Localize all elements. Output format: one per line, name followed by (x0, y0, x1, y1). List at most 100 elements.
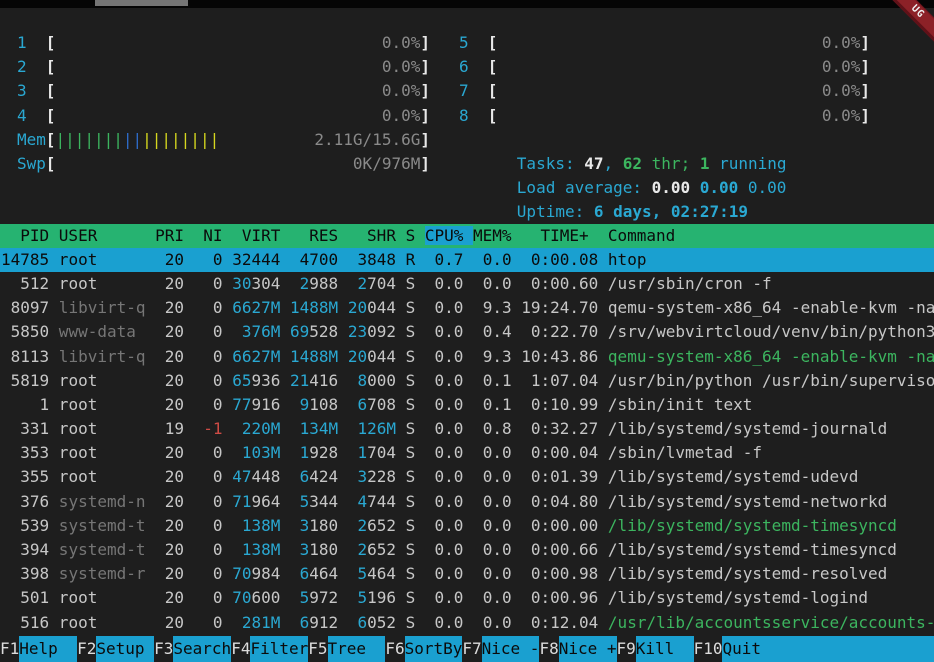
meter-close-bracket: ] (420, 104, 430, 128)
meter-open-bracket: [ (46, 55, 56, 79)
cpu-meter-3: 3[0.0%] (17, 79, 430, 103)
uptime-label: Uptime: (517, 202, 594, 221)
cell-virt: 32 (232, 250, 251, 269)
fkey-F1[interactable]: F1Help (0, 636, 77, 662)
meter-open-bracket: [ (488, 55, 498, 79)
cell-res: 9 (290, 395, 309, 414)
window-tab[interactable] (95, 0, 188, 6)
gap (280, 274, 290, 293)
fkey-F7[interactable]: F7Nice - (462, 636, 539, 662)
gap (338, 419, 348, 438)
gap (338, 443, 348, 462)
cpu-meter-3-value: 0.0% (382, 79, 421, 103)
cell-shr: 708 (367, 395, 396, 414)
process-row[interactable]: 5819 root 20 0 65936 21416 8000 S 0.0 0.… (0, 369, 934, 393)
process-row[interactable]: 516 root 20 0 281M 6912 6052 S 0.0 0.0 0… (0, 611, 934, 635)
process-row[interactable]: 1 root 20 0 77916 9108 6708 S 0.0 0.1 0:… (0, 393, 934, 417)
process-row[interactable]: 355 root 20 0 47448 6424 3228 S 0.0 0.0 … (0, 465, 934, 489)
process-row[interactable]: 8113 libvirt-q 20 0 6627M 1488M 20044 S … (0, 345, 934, 369)
fkey-F10[interactable]: F10Quit (694, 636, 781, 662)
cell-user: root (49, 588, 145, 607)
cell-command: /lib/systemd/systemd-journald (608, 419, 887, 438)
cell-nice: 0 (184, 467, 223, 486)
fkey-F3[interactable]: F3Search (154, 636, 231, 662)
gap (223, 467, 233, 486)
cell-virt: 103M (232, 443, 280, 462)
process-row[interactable]: 394 systemd-t 20 0 138M 3180 2652 S 0.0 … (0, 538, 934, 562)
cell-nice: 0 (184, 443, 223, 462)
cell-virt: 304 (251, 274, 280, 293)
cell-priority: 20 (146, 492, 185, 511)
cell-command: /sbin/init text (608, 395, 753, 414)
cell-nice: 0 (184, 613, 223, 632)
fkey-F2[interactable]: F2Setup (77, 636, 154, 662)
mem-meter-label: Mem (17, 128, 46, 152)
meter-close-bracket: ] (420, 79, 430, 103)
fkey-key-label: F6 (385, 636, 404, 662)
load-1min: 0.00 (652, 178, 691, 197)
fkey-F9[interactable]: F9Kill (617, 636, 694, 662)
meter-open-bracket: [ (46, 152, 56, 176)
cell-res: 344 (309, 492, 338, 511)
cell-pid: 1 (1, 395, 49, 414)
meter-open-bracket: [ (488, 104, 498, 128)
process-row[interactable]: 331 root 19 -1 220M 134M 126M S 0.0 0.8 … (0, 417, 934, 441)
fkey-F8[interactable]: F8Nice + (539, 636, 616, 662)
gap (280, 371, 290, 390)
cell-stats: R 0.7 0.0 0:00.08 (396, 250, 608, 269)
gap (223, 540, 233, 559)
sort-column-header[interactable]: CPU% (425, 226, 473, 245)
cell-res: 416 (309, 371, 338, 390)
cell-priority: 20 (146, 564, 185, 583)
tasks-count: 47 (584, 154, 603, 173)
meter-close-bracket: ] (420, 128, 430, 152)
cell-shr: 23 (348, 322, 367, 341)
cell-res: 424 (309, 467, 338, 486)
cell-res: 5 (290, 588, 309, 607)
cpu-meter-1-label: 1 (17, 31, 46, 55)
cell-shr: 744 (367, 492, 396, 511)
meter-open-bracket: [ (46, 31, 56, 55)
cell-pid: 394 (1, 540, 49, 559)
table-header-left: PID USER PRI NI VIRT RES SHR S (1, 226, 425, 245)
gap (223, 395, 233, 414)
cell-nice: 0 (184, 347, 223, 366)
gap (338, 588, 348, 607)
process-row[interactable]: 14785 root 20 0 32444 4700 3848 R 0.7 0.… (0, 248, 934, 272)
cell-shr: 464 (367, 564, 396, 583)
cell-command: /sbin/lvmetad -f (608, 443, 762, 462)
cell-res: 3 (290, 516, 309, 535)
fkey-F4[interactable]: F4Filter (231, 636, 308, 662)
cell-stats: S 0.0 0.0 0:01.39 (396, 467, 608, 486)
cpu-meter-6: 6[0.0%] (459, 55, 870, 79)
cell-virt: 47 (232, 467, 251, 486)
fkey-F5[interactable]: F5Tree (308, 636, 385, 662)
tasks-label: Tasks: (517, 154, 584, 173)
process-row[interactable]: 539 systemd-t 20 0 138M 3180 2652 S 0.0 … (0, 514, 934, 538)
cell-pid: 355 (1, 467, 49, 486)
cell-res: 528 (309, 322, 338, 341)
process-row[interactable]: 501 root 20 0 70600 5972 5196 S 0.0 0.0 … (0, 586, 934, 610)
cpu-meter-2-label: 2 (17, 55, 46, 79)
gap (338, 540, 348, 559)
gap (280, 298, 290, 317)
process-row[interactable]: 398 systemd-r 20 0 70984 6464 5464 S 0.0… (0, 562, 934, 586)
process-row[interactable]: 8097 libvirt-q 20 0 6627M 1488M 20044 S … (0, 296, 934, 320)
process-row[interactable]: 512 root 20 0 30304 2988 2704 S 0.0 0.0 … (0, 272, 934, 296)
process-row[interactable]: 5850 www-data 20 0 376M 69528 23092 S 0.… (0, 320, 934, 344)
cell-command: /srv/webvirtcloud/venv/bin/python3 (608, 322, 934, 341)
mem-meter: Mem[|||||||||||||||||2.11G/15.6G] (17, 128, 430, 152)
cell-stats: S 0.0 0.0 0:00.98 (396, 564, 608, 583)
meter-open-bracket: [ (488, 79, 498, 103)
load-5min: 0.00 (700, 178, 739, 197)
fkey-key-label: F7 (462, 636, 481, 662)
cpu-meter-5-label: 5 (459, 31, 488, 55)
process-row[interactable]: 376 systemd-n 20 0 71964 5344 4744 S 0.0… (0, 490, 934, 514)
fkey-F6[interactable]: F6SortBy (385, 636, 462, 662)
cell-pid: 398 (1, 564, 49, 583)
process-row[interactable]: 353 root 20 0 103M 1928 1704 S 0.0 0.0 0… (0, 441, 934, 465)
threads-count: 62 (623, 154, 642, 173)
cell-user: systemd-t (49, 516, 145, 535)
cell-user: root (49, 371, 145, 390)
cell-stats: S 0.0 0.0 0:00.60 (396, 274, 608, 293)
